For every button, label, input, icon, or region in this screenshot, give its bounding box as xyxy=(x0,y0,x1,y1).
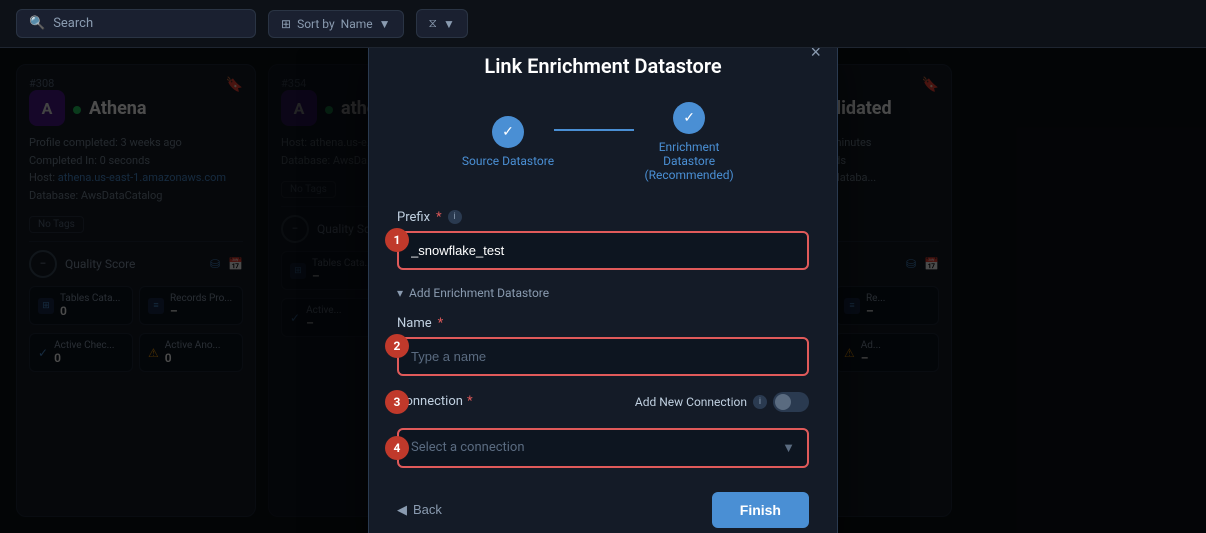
step-2-label: Enrichment Datastore(Recommended) xyxy=(634,140,744,182)
select-placeholder: Select a connection xyxy=(411,440,525,455)
modal: × Link Enrichment Datastore ✓ Source Dat… xyxy=(368,48,838,533)
back-arrow-icon: ◀ xyxy=(397,502,407,518)
add-enrichment-toggle[interactable]: ▾ Add Enrichment Datastore xyxy=(397,286,809,300)
name-label: Name * xyxy=(397,316,809,331)
info-icon-2[interactable]: i xyxy=(753,395,767,409)
sort-button[interactable]: ⊞ Sort by Name ▼ xyxy=(268,10,404,38)
sort-chevron-icon: ▼ xyxy=(379,17,391,31)
select-chevron-icon: ▼ xyxy=(782,440,795,456)
search-icon: 🔍 xyxy=(29,16,45,31)
sort-label: Sort by xyxy=(297,17,335,31)
step-badge-3: 3 xyxy=(385,390,409,414)
step-2-circle: ✓ xyxy=(673,102,705,134)
sort-icon: ⊞ xyxy=(281,17,291,31)
steps-row: ✓ Source Datastore ✓ Enrichment Datastor… xyxy=(397,102,809,182)
main-content: #308 A Athena 🔖 Profile completed: 3 wee… xyxy=(0,48,1206,533)
connection-row: Connection * Add New Connection i xyxy=(397,392,809,412)
add-enrichment-label: Add Enrichment Datastore xyxy=(409,286,549,300)
required-indicator: * xyxy=(438,316,444,331)
modal-close-button[interactable]: × xyxy=(810,48,821,63)
select-form-group: 4 Select a connection ▼ xyxy=(397,428,809,468)
step-1-label: Source Datastore xyxy=(462,154,554,168)
step-1: ✓ Source Datastore xyxy=(462,116,554,168)
back-button[interactable]: ◀ Back xyxy=(397,502,442,518)
required-indicator: * xyxy=(436,210,442,225)
step-badge-2: 2 xyxy=(385,334,409,358)
modal-title: Link Enrichment Datastore xyxy=(397,54,809,78)
name-form-group: 2 Name * xyxy=(397,316,809,376)
connection-select[interactable]: Select a connection ▼ xyxy=(397,428,809,468)
filter-icon: ⧖ xyxy=(429,16,437,31)
required-indicator: * xyxy=(467,394,473,409)
finish-button[interactable]: Finish xyxy=(712,492,809,528)
connection-form-group: 3 Connection * Add New Connection i xyxy=(397,392,809,412)
modal-footer: ◀ Back Finish xyxy=(397,492,809,528)
step-2: ✓ Enrichment Datastore(Recommended) xyxy=(634,102,744,182)
toggle-switch[interactable] xyxy=(773,392,809,412)
step-badge-1: 1 xyxy=(385,228,409,252)
prefix-input[interactable] xyxy=(397,231,809,270)
step-1-circle: ✓ xyxy=(492,116,524,148)
name-input[interactable] xyxy=(397,337,809,376)
back-label: Back xyxy=(413,502,442,517)
prefix-form-group: 1 Prefix * i xyxy=(397,210,809,270)
step-line xyxy=(554,129,634,131)
top-bar: 🔍 Search ⊞ Sort by Name ▼ ⧖ ▼ xyxy=(0,0,1206,48)
filter-chevron-icon: ▼ xyxy=(443,17,455,31)
filter-button[interactable]: ⧖ ▼ xyxy=(416,9,468,38)
step-badge-4: 4 xyxy=(385,436,409,460)
add-new-connection: Add New Connection i xyxy=(635,392,809,412)
chevron-down-icon: ▾ xyxy=(397,286,403,300)
add-new-connection-label: Add New Connection xyxy=(635,395,747,409)
search-placeholder: Search xyxy=(53,16,93,31)
info-icon[interactable]: i xyxy=(448,210,462,224)
search-box[interactable]: 🔍 Search xyxy=(16,9,256,38)
modal-overlay: × Link Enrichment Datastore ✓ Source Dat… xyxy=(0,48,1206,533)
prefix-label: Prefix * i xyxy=(397,210,809,225)
sort-value: Name xyxy=(341,17,373,31)
